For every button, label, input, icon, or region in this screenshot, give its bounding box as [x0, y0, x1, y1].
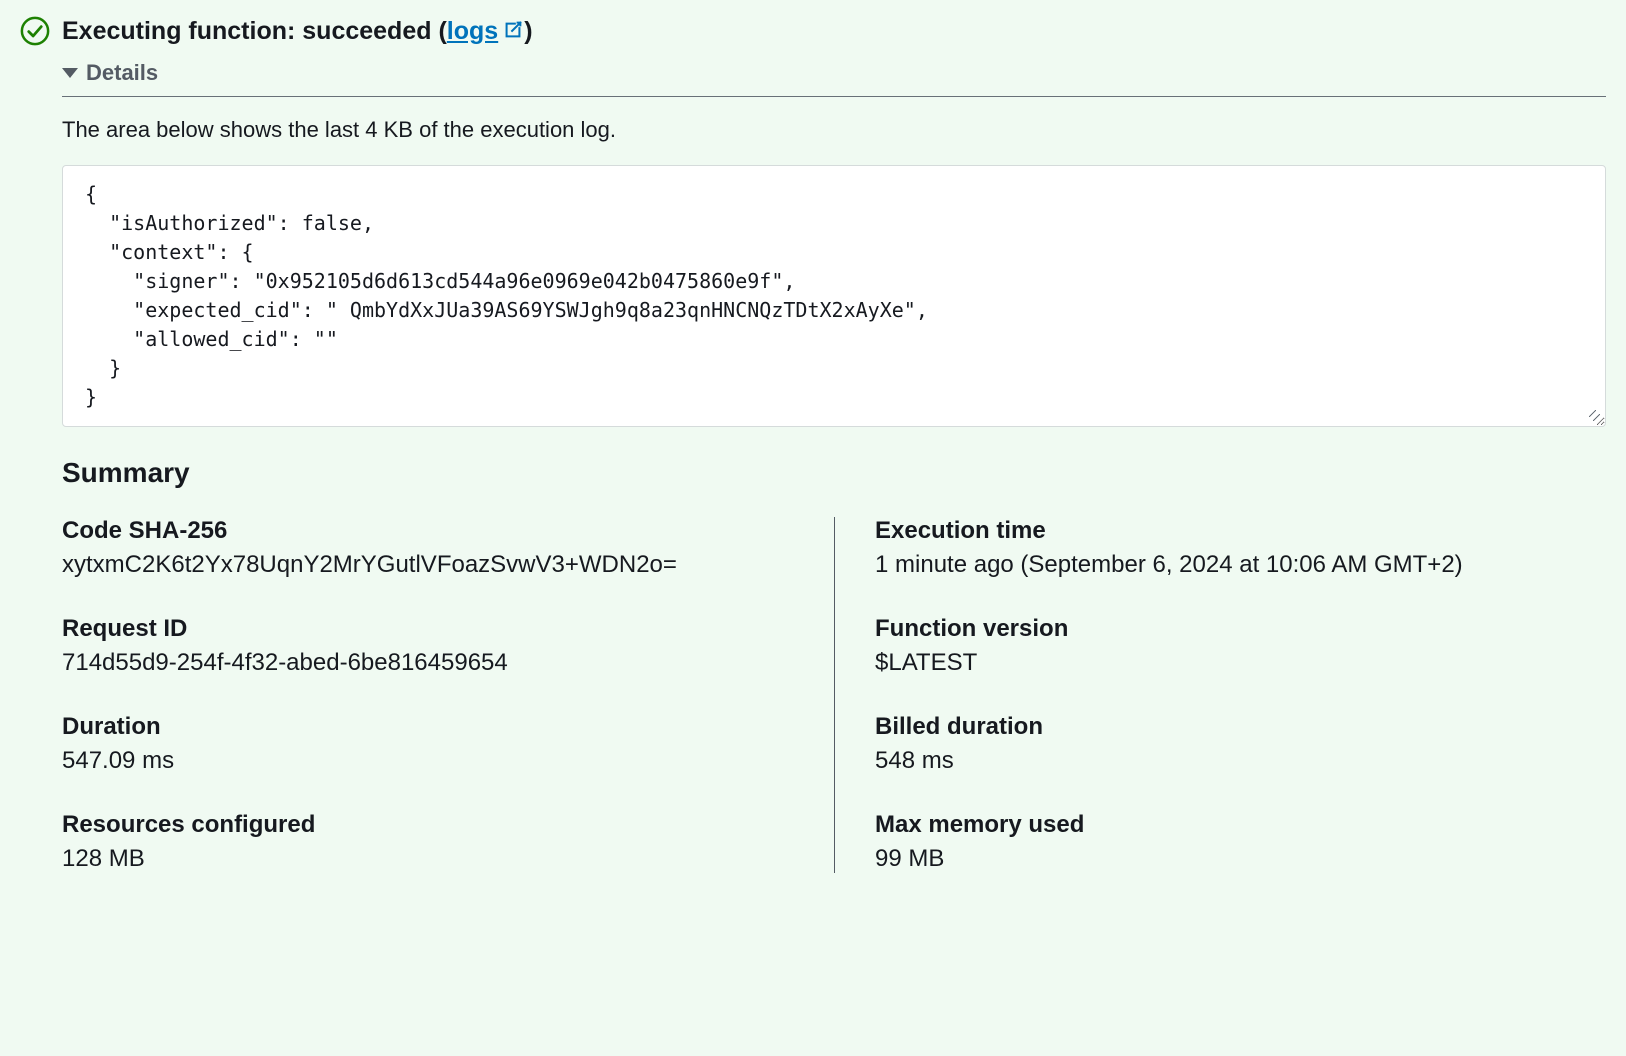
logs-link[interactable]: logs	[447, 17, 524, 45]
summary-value: 99 MB	[875, 845, 1606, 873]
summary-value: 548 ms	[875, 747, 1606, 775]
summary-value: 1 minute ago (September 6, 2024 at 10:06…	[875, 551, 1606, 579]
caret-down-icon	[62, 68, 78, 78]
success-check-icon	[20, 16, 50, 46]
summary-value: 714d55d9-254f-4f32-abed-6be816459654	[62, 649, 794, 677]
execution-log-output[interactable]: { "isAuthorized": false, "context": { "s…	[62, 165, 1606, 427]
summary-column-right: Execution time 1 minute ago (September 6…	[834, 517, 1606, 873]
summary-label: Function version	[875, 615, 1606, 643]
summary-grid: Code SHA-256 xytxmC2K6t2Yx78UqnY2MrYGutl…	[62, 517, 1606, 873]
summary-item-exec-time: Execution time 1 minute ago (September 6…	[875, 517, 1606, 579]
summary-label: Billed duration	[875, 713, 1606, 741]
summary-item-version: Function version $LATEST	[875, 615, 1606, 677]
summary-item-request-id: Request ID 714d55d9-254f-4f32-abed-6be81…	[62, 615, 794, 677]
summary-item-resources: Resources configured 128 MB	[62, 811, 794, 873]
log-intro-text: The area below shows the last 4 KB of th…	[62, 117, 1606, 143]
logs-paren-close: )	[524, 17, 532, 45]
status-prefix: Executing function: succeeded	[62, 17, 432, 45]
summary-value: xytxmC2K6t2Yx78UqnY2MrYGutlVFoazSvwV3+WD…	[62, 551, 794, 579]
summary-label: Request ID	[62, 615, 794, 643]
external-link-icon	[502, 19, 524, 41]
content-area: Details The area below shows the last 4 …	[20, 60, 1606, 873]
execution-status-header: Executing function: succeeded (logs)	[20, 16, 1606, 46]
summary-label: Execution time	[875, 517, 1606, 545]
summary-label: Code SHA-256	[62, 517, 794, 545]
summary-item-billed: Billed duration 548 ms	[875, 713, 1606, 775]
summary-column-left: Code SHA-256 xytxmC2K6t2Yx78UqnY2MrYGutl…	[62, 517, 834, 873]
summary-item-code-sha: Code SHA-256 xytxmC2K6t2Yx78UqnY2MrYGutl…	[62, 517, 794, 579]
summary-label: Resources configured	[62, 811, 794, 839]
summary-label: Max memory used	[875, 811, 1606, 839]
logs-paren-open: (	[438, 17, 446, 45]
logs-link-text: logs	[447, 17, 498, 45]
summary-value: 128 MB	[62, 845, 794, 873]
execution-status-text: Executing function: succeeded (logs)	[62, 17, 533, 46]
summary-value: $LATEST	[875, 649, 1606, 677]
summary-item-duration: Duration 547.09 ms	[62, 713, 794, 775]
details-toggle[interactable]: Details	[62, 60, 1606, 97]
summary-heading: Summary	[62, 457, 1606, 489]
summary-item-memory: Max memory used 99 MB	[875, 811, 1606, 873]
details-label: Details	[86, 60, 158, 86]
summary-value: 547.09 ms	[62, 747, 794, 775]
summary-label: Duration	[62, 713, 794, 741]
